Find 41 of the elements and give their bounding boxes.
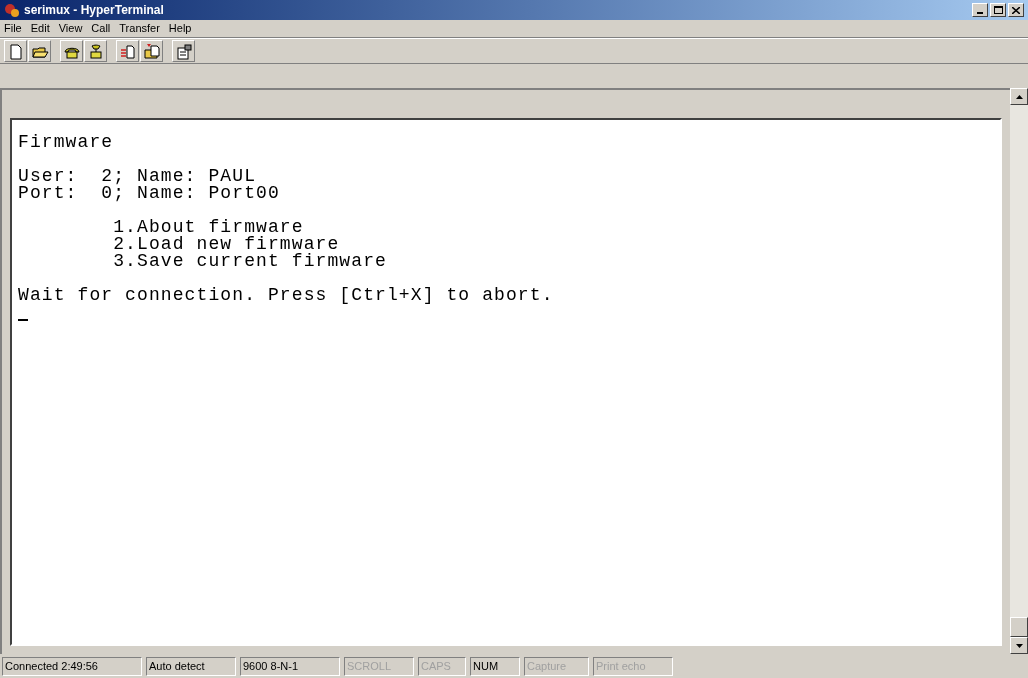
toolbar-button[interactable] bbox=[172, 40, 195, 62]
maximize-icon bbox=[993, 6, 1003, 14]
app-icon bbox=[4, 2, 20, 18]
toolbar-button[interactable] bbox=[140, 40, 163, 62]
status-panel: 9600 8-N-1 bbox=[240, 656, 340, 676]
text-cursor bbox=[18, 319, 28, 321]
scroll-up-button[interactable] bbox=[1010, 88, 1028, 105]
properties-icon bbox=[174, 42, 193, 60]
terminal-line: User: 2; Name: PAUL bbox=[18, 168, 257, 185]
close-button[interactable] bbox=[1008, 3, 1024, 17]
close-icon bbox=[1012, 6, 1020, 14]
window-title: serimux - HyperTerminal bbox=[24, 2, 164, 19]
status-panel: Connected 2:49:56 bbox=[2, 656, 142, 676]
status-panel: NUM bbox=[470, 656, 520, 676]
terminal-line: 3.Save current firmware bbox=[112, 253, 387, 270]
scrollbar[interactable] bbox=[1010, 88, 1028, 654]
menu-item[interactable]: Edit bbox=[30, 20, 50, 37]
terminal-screen[interactable]: Firmware User: 2; Name: PAUL Port: 0; Name: Port00 1.About firmware 2.Load new firmware 3.Save current firmware Wait for connection. Press [Ctrl+X] to abort. bbox=[10, 118, 1002, 646]
up-arrow-icon bbox=[1015, 94, 1023, 99]
scroll-thumb[interactable] bbox=[1010, 617, 1028, 637]
send-document-icon bbox=[118, 42, 137, 60]
terminal-line: Port: 0; Name: Port00 bbox=[18, 185, 280, 202]
toolbar-button[interactable] bbox=[28, 40, 51, 62]
scroll-down-button[interactable] bbox=[1010, 637, 1028, 654]
receive-folder-icon bbox=[142, 42, 161, 60]
toolbar-button[interactable] bbox=[84, 40, 107, 62]
down-arrow-icon bbox=[1015, 643, 1023, 648]
terminal-line: 2.Load new firmware bbox=[112, 236, 340, 253]
menu-item[interactable]: View bbox=[58, 20, 83, 37]
minimize-button[interactable] bbox=[972, 3, 988, 17]
status-panel: Auto detect bbox=[146, 656, 236, 676]
menu-item[interactable]: Help bbox=[168, 20, 192, 37]
terminal-line: Firmware bbox=[18, 134, 114, 151]
menu-item[interactable]: File bbox=[4, 20, 22, 37]
terminal-line: 1.About firmware bbox=[112, 219, 304, 236]
minimize-icon bbox=[977, 12, 983, 14]
maximize-button[interactable] bbox=[990, 3, 1006, 17]
menu-item[interactable]: Call bbox=[91, 20, 111, 37]
menu-item[interactable]: Transfer bbox=[119, 20, 160, 37]
terminal-line: Wait for connection. Press [Ctrl+X] to abort. bbox=[18, 287, 554, 304]
toolbar-button[interactable] bbox=[60, 40, 83, 62]
